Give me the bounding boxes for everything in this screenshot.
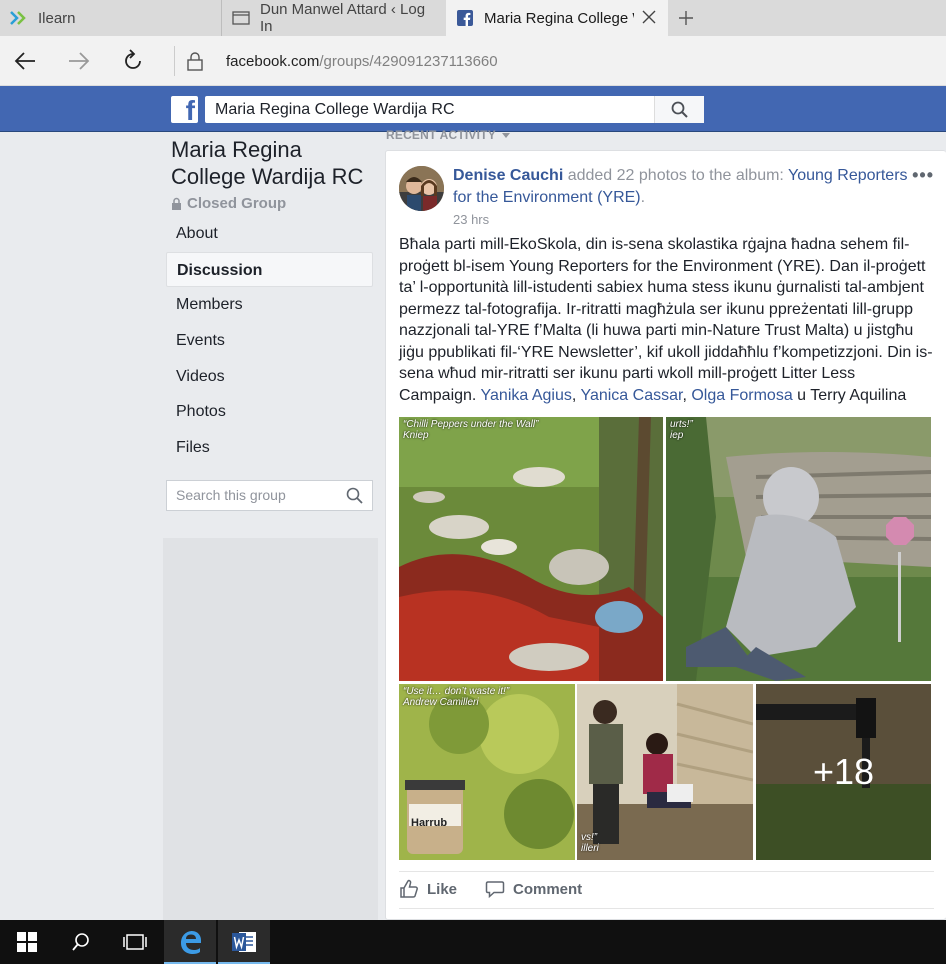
caret-down-icon [501, 133, 510, 139]
search-icon [671, 101, 688, 118]
post-action: added 22 photos to the album: [563, 167, 789, 184]
group-privacy-label: Closed Group [187, 195, 287, 212]
nav-discussion[interactable]: Discussion [166, 251, 373, 288]
facebook-search-bar[interactable]: Maria Regina College Wardija RC [205, 96, 704, 123]
post-body: Bħala parti mill-EkoSkola, din is-sena s… [399, 234, 934, 406]
photo-more[interactable]: +18 [756, 684, 931, 860]
post-actions: Like Comment [399, 871, 934, 909]
facebook-search-input[interactable]: Maria Regina College Wardija RC [215, 101, 455, 119]
tab-label: Dun Manwel Attard ‹ Log In [260, 1, 426, 35]
facebook-icon [456, 9, 474, 27]
comment-label: Comment [513, 880, 583, 898]
photo-harrub-jar[interactable]: “Use it… don’t waste it!” Andrew Camiller… [399, 684, 575, 860]
recent-activity-label[interactable]: RECENT ACTIVITY [386, 128, 510, 142]
more-photos-count: +18 [756, 684, 931, 860]
url-host: facebook.com [226, 53, 320, 70]
post-author-link[interactable]: Denise Cauchi [453, 167, 563, 184]
group-search-input[interactable] [176, 487, 336, 503]
tag-plain: Terry Aquilina [810, 386, 907, 404]
photo-stop-sign[interactable]: urts!” iep [666, 417, 931, 681]
comment-button[interactable]: Comment [485, 879, 582, 899]
photo-caption: vs!” illeri [581, 832, 599, 854]
album-suffix: . [640, 189, 646, 206]
nav-members[interactable]: Members [166, 287, 373, 323]
forward-button[interactable] [66, 48, 92, 74]
post-header: Denise Cauchi added 22 photos to the alb… [453, 165, 913, 209]
word-taskbar-button[interactable] [218, 920, 270, 964]
photo-caption: “Chilli Peppers under the Wall” Kniep [403, 419, 539, 441]
tab-label: Ilearn [38, 9, 76, 27]
back-button[interactable] [12, 48, 38, 74]
search-icon[interactable] [346, 487, 363, 504]
lock-icon [172, 197, 181, 210]
edge-icon [181, 931, 201, 954]
search-icon [72, 933, 89, 951]
word-icon [232, 932, 256, 952]
page-icon [232, 9, 250, 27]
tag-separator: , [682, 386, 692, 404]
photo-students[interactable]: vs!” illeri [577, 684, 753, 860]
tab-label: Maria Regina College W [484, 9, 634, 27]
like-label: Like [427, 880, 458, 898]
tab-facebook-group[interactable]: Maria Regina College W [446, 0, 668, 36]
group-privacy: Closed Group [171, 195, 286, 212]
nav-events[interactable]: Events [166, 323, 373, 359]
back-arrow-icon [14, 52, 35, 70]
ilearn-icon [10, 9, 28, 27]
forward-arrow-icon [69, 52, 90, 70]
tag-link[interactable]: Yanika Agius [481, 387, 572, 404]
group-name[interactable]: Maria Regina College Wardija RC [171, 136, 381, 190]
new-tab-button[interactable] [668, 0, 704, 36]
comment-icon [485, 881, 505, 899]
post-timestamp[interactable]: 23 hrs [453, 212, 489, 227]
refresh-icon [125, 49, 141, 69]
lock-icon[interactable] [186, 51, 204, 71]
refresh-button[interactable] [120, 48, 146, 74]
group-nav: About Discussion Members Events Videos P… [166, 216, 373, 466]
tab-dun-manwel-attard[interactable]: Dun Manwel Attard ‹ Log In [222, 0, 446, 36]
tag-link[interactable]: Olga Formosa [691, 387, 792, 404]
recent-activity-text: RECENT ACTIVITY [386, 128, 496, 142]
close-tab-icon[interactable] [640, 8, 658, 26]
nav-about[interactable]: About [166, 216, 373, 252]
photo-caption: “Use it… don’t waste it!” Andrew Camiller… [403, 686, 510, 708]
photo-chilli-peppers[interactable]: “Chilli Peppers under the Wall” Kniep [399, 417, 663, 681]
avatar[interactable] [399, 166, 444, 211]
facebook-logo[interactable]: f [171, 96, 198, 123]
sidebar-empty-panel [163, 538, 378, 920]
taskbar [0, 920, 946, 964]
tag-link[interactable]: Yanica Cassar [580, 387, 682, 404]
address-separator [174, 46, 175, 76]
nav-files[interactable]: Files [166, 430, 373, 466]
tab-ilearn[interactable]: Ilearn [0, 0, 222, 36]
facebook-search-button[interactable] [654, 96, 704, 123]
group-search-box[interactable] [166, 480, 373, 511]
thumbs-up-icon [400, 879, 418, 898]
url-field[interactable]: facebook.com/groups/429091237113660 [226, 53, 498, 70]
url-path: /groups/429091237113660 [319, 53, 498, 70]
browser-tab-strip: Ilearn Dun Manwel Attard ‹ Log In Maria … [0, 0, 946, 36]
jar-label: Harrub [411, 817, 448, 829]
start-button[interactable] [0, 920, 54, 964]
photo-caption: urts!” iep [670, 419, 693, 441]
facebook-header: f Maria Regina College Wardija RC [0, 86, 946, 132]
photo-grid: “Chilli Peppers under the Wall” Kniep urt… [399, 417, 931, 861]
plus-icon [679, 11, 693, 25]
edge-taskbar-button[interactable] [164, 920, 216, 964]
task-view-icon [123, 934, 147, 950]
nav-videos[interactable]: Videos [166, 359, 373, 395]
task-view-button[interactable] [108, 920, 162, 964]
tag-separator: u [792, 386, 811, 404]
post-options-icon[interactable]: ••• [912, 165, 934, 186]
search-taskbar-button[interactable] [54, 920, 108, 964]
like-button[interactable]: Like [399, 879, 457, 899]
nav-photos[interactable]: Photos [166, 394, 373, 430]
windows-icon [17, 932, 37, 952]
post-text: Bħala parti mill-EkoSkola, din is-sena s… [399, 236, 933, 404]
feed-post: Denise Cauchi added 22 photos to the alb… [385, 150, 946, 920]
address-bar: facebook.com/groups/429091237113660 [0, 36, 946, 86]
